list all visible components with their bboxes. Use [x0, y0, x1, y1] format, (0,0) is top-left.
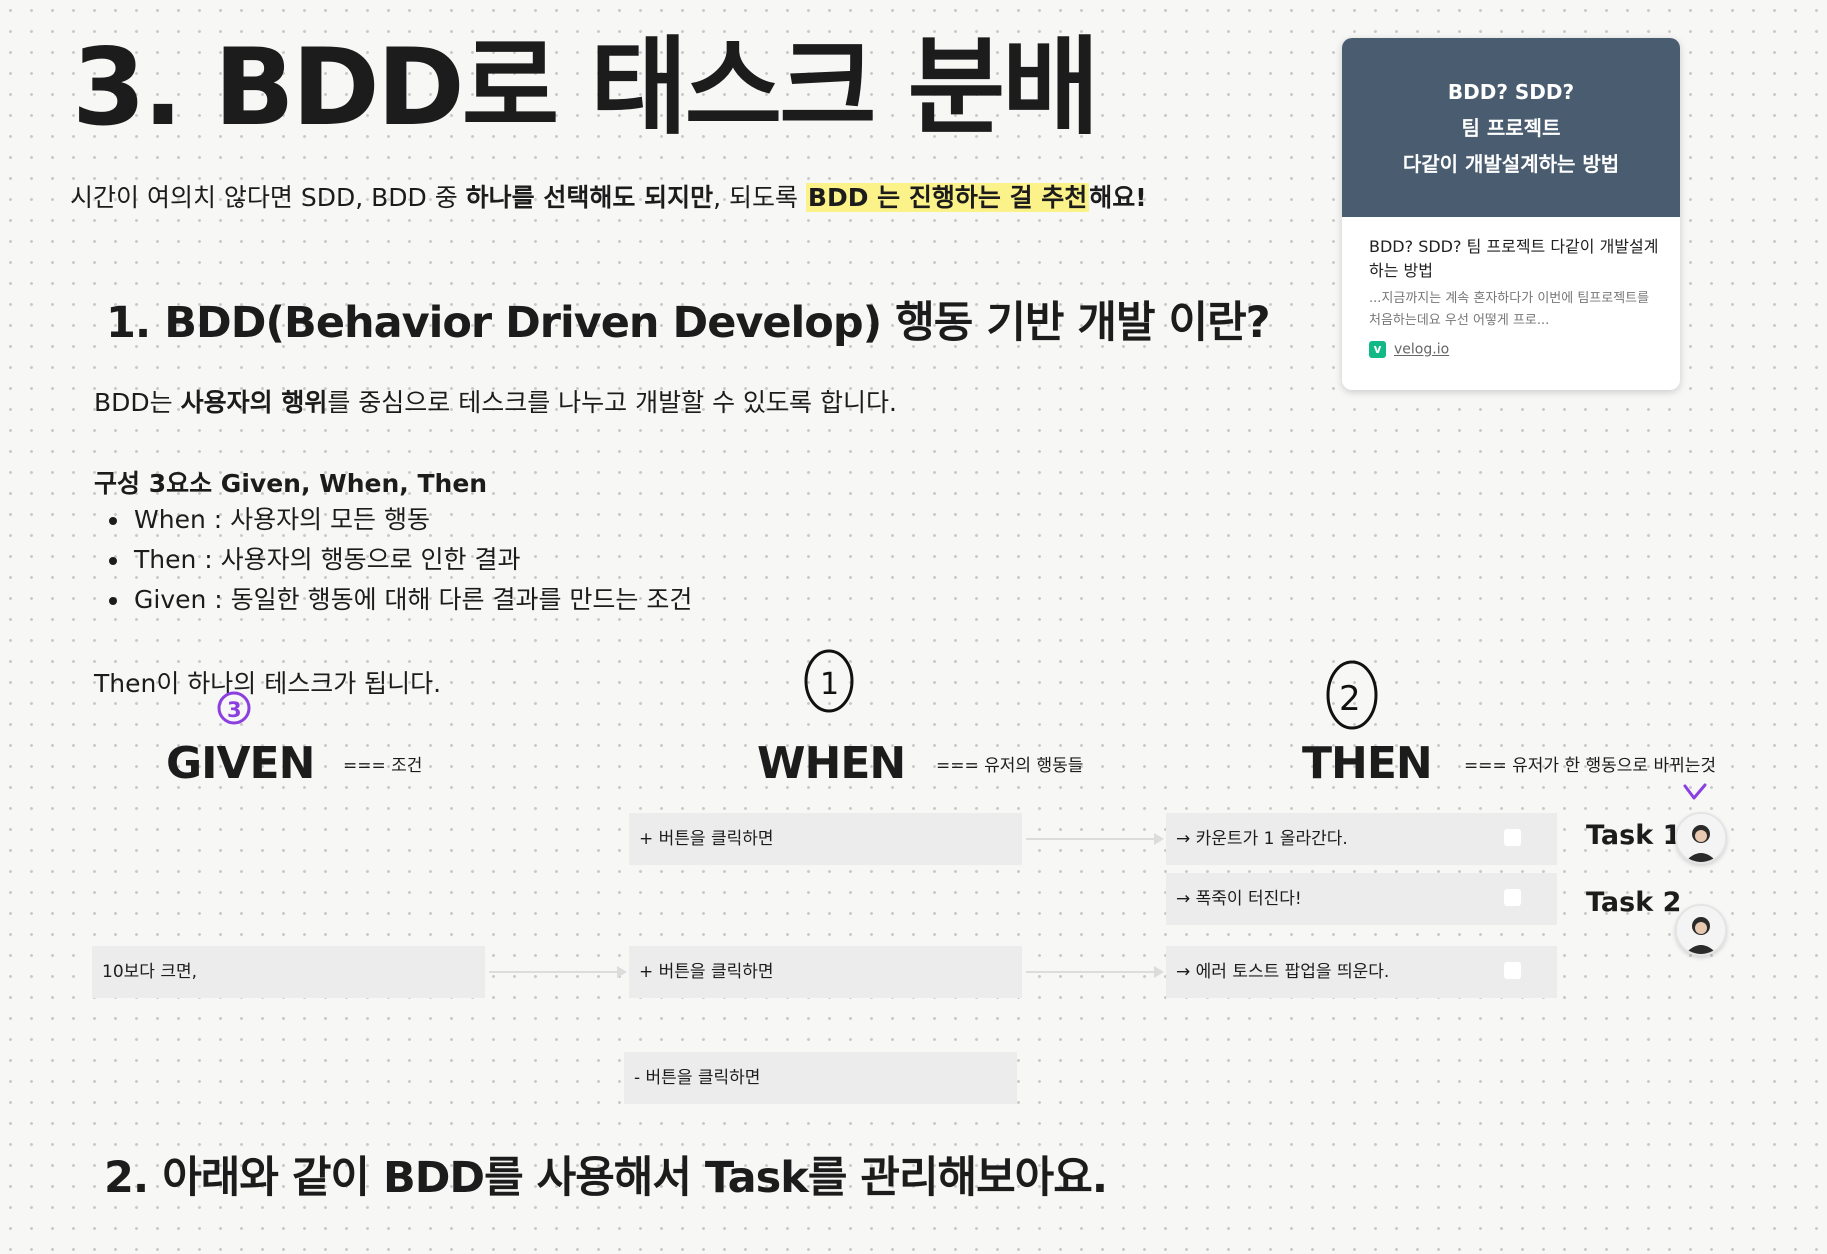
section-heading-bdd: 1. BDD(Behavior Driven Develop) 행동 기반 개발…	[106, 298, 1271, 348]
task-label-1: Task 1	[1586, 820, 1682, 851]
link-banner: BDD? SDD? 팀 프로젝트 다같이 개발설계하는 방법	[1342, 38, 1680, 217]
user-avatar-icon	[1677, 814, 1725, 862]
marker-3-label: 3	[227, 698, 242, 722]
subtitle: 시간이 여의치 않다면 SDD, BDD 중 하나를 선택해도 되지만, 되도록…	[70, 178, 1147, 214]
then-card-error-toast[interactable]: → 에러 토스트 팝업을 띄운다.	[1166, 946, 1557, 998]
column-note-then: === 유저가 한 행동으로 바뀌는것	[1464, 756, 1717, 776]
column-header-given: GIVEN	[166, 738, 315, 789]
list-item: Given : 동일한 행동에 대해 다른 결과를 만드는 조건	[94, 580, 692, 620]
intro-bold: 사용자의 행위	[180, 388, 328, 417]
bdd-intro-text: BDD는 사용자의 행위를 중심으로 테스크를 나누고 개발할 수 있도록 합니…	[94, 383, 897, 419]
section-heading-task-management: 2. 아래와 같이 BDD를 사용해서 Task를 관리해보아요.	[104, 1153, 1108, 1203]
link-source[interactable]: v velog.io	[1369, 341, 1449, 358]
subtitle-text-1: 시간이 여의치 않다면 SDD, BDD 중	[70, 183, 466, 212]
banner-line: 다같이 개발설계하는 방법	[1402, 152, 1620, 176]
intro-text-2: 를 중심으로 테스크를 나누고 개발할 수 있도록 합니다.	[327, 388, 897, 417]
given-card-greater-than-10[interactable]: 10보다 크면,	[92, 946, 485, 998]
then-card-fireworks[interactable]: → 폭죽이 터진다!	[1166, 873, 1557, 925]
subtitle-bold: 하나를 선택해도 되지만	[465, 183, 714, 212]
handwritten-number-1-marker: 1	[804, 649, 854, 713]
list-item: Then : 사용자의 행동으로 인한 결과	[94, 540, 692, 580]
link-description: ...지금까지는 계속 혼자하다가 이번에 팀프로젝트를처음하는데요 우선 어떻…	[1369, 291, 1650, 328]
marker-1-label: 1	[820, 667, 839, 702]
task-checkbox[interactable]	[1504, 962, 1521, 979]
connector-arrow	[489, 966, 627, 978]
components-title: 구성 3요소 Given, When, Then	[94, 469, 488, 498]
marker-2-label: 2	[1339, 679, 1361, 719]
task-label-2: Task 2	[1586, 887, 1682, 918]
intro-text-1: BDD는	[94, 388, 181, 417]
handwritten-number-3-marker: 3	[217, 691, 251, 725]
check-mark-icon	[1683, 783, 1707, 800]
link-preview-card[interactable]: BDD? SDD? 팀 프로젝트 다같이 개발설계하는 방법 BDD? SDD?…	[1342, 38, 1680, 390]
components-list: When : 사용자의 모든 행동 Then : 사용자의 행동으로 인한 결과…	[94, 500, 692, 620]
link-source-domain: velog.io	[1394, 341, 1450, 358]
velog-icon: v	[1369, 341, 1386, 358]
then-card-label: → 에러 토스트 팝업을 띄운다.	[1176, 962, 1390, 982]
column-header-when: WHEN	[757, 738, 906, 789]
avatar	[1675, 904, 1727, 956]
subtitle-ending: 해요!	[1089, 183, 1147, 212]
task-checkbox[interactable]	[1504, 829, 1521, 846]
then-card-label: → 폭죽이 터진다!	[1176, 889, 1302, 909]
column-note-given: === 조건	[343, 756, 423, 776]
then-card-count-up[interactable]: → 카운트가 1 올라간다.	[1166, 813, 1557, 865]
when-card-minus-button[interactable]: - 버튼을 클릭하면	[624, 1052, 1017, 1104]
subtitle-text-2: , 되도록	[713, 183, 806, 212]
user-avatar-icon	[1677, 906, 1725, 954]
subtitle-highlight: BDD 는 진행하는 걸 추천	[805, 183, 1090, 212]
page-title: 3. BDD로 태스크 분배	[72, 26, 1100, 149]
banner-line: 팀 프로젝트	[1461, 116, 1561, 140]
column-note-when: === 유저의 행동들	[936, 756, 1084, 776]
connector-arrow	[1026, 833, 1164, 845]
banner-line: BDD? SDD?	[1447, 80, 1575, 104]
link-title: BDD? SDD? 팀 프로젝트 다같이 개발설계하는 방법	[1369, 237, 1659, 280]
column-header-then: THEN	[1302, 738, 1433, 789]
when-card-plus-button[interactable]: + 버튼을 클릭하면	[629, 813, 1022, 865]
then-note: Then이 하나의 테스크가 됩니다.	[94, 669, 442, 698]
when-card-plus-button-2[interactable]: + 버튼을 클릭하면	[629, 946, 1022, 998]
avatar	[1675, 812, 1727, 864]
handwritten-number-2-marker: 2	[1326, 660, 1378, 730]
connector-arrow	[1026, 966, 1164, 978]
list-item: When : 사용자의 모든 행동	[94, 500, 692, 540]
then-card-label: → 카운트가 1 올라간다.	[1176, 829, 1348, 849]
task-checkbox[interactable]	[1504, 889, 1521, 906]
